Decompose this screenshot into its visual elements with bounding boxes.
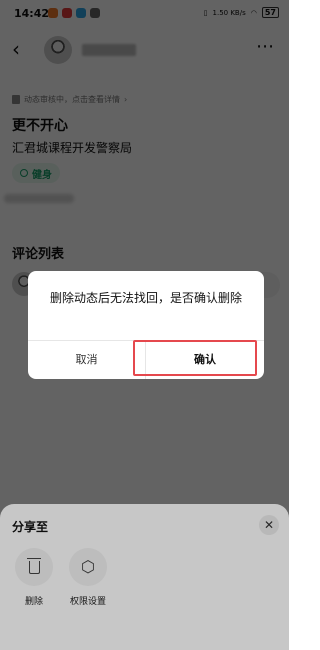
cancel-button[interactable]: 取消	[28, 341, 145, 379]
dialog-message: 删除动态后无法找回，是否确认删除	[49, 291, 242, 305]
confirm-highlight-box	[133, 340, 257, 376]
